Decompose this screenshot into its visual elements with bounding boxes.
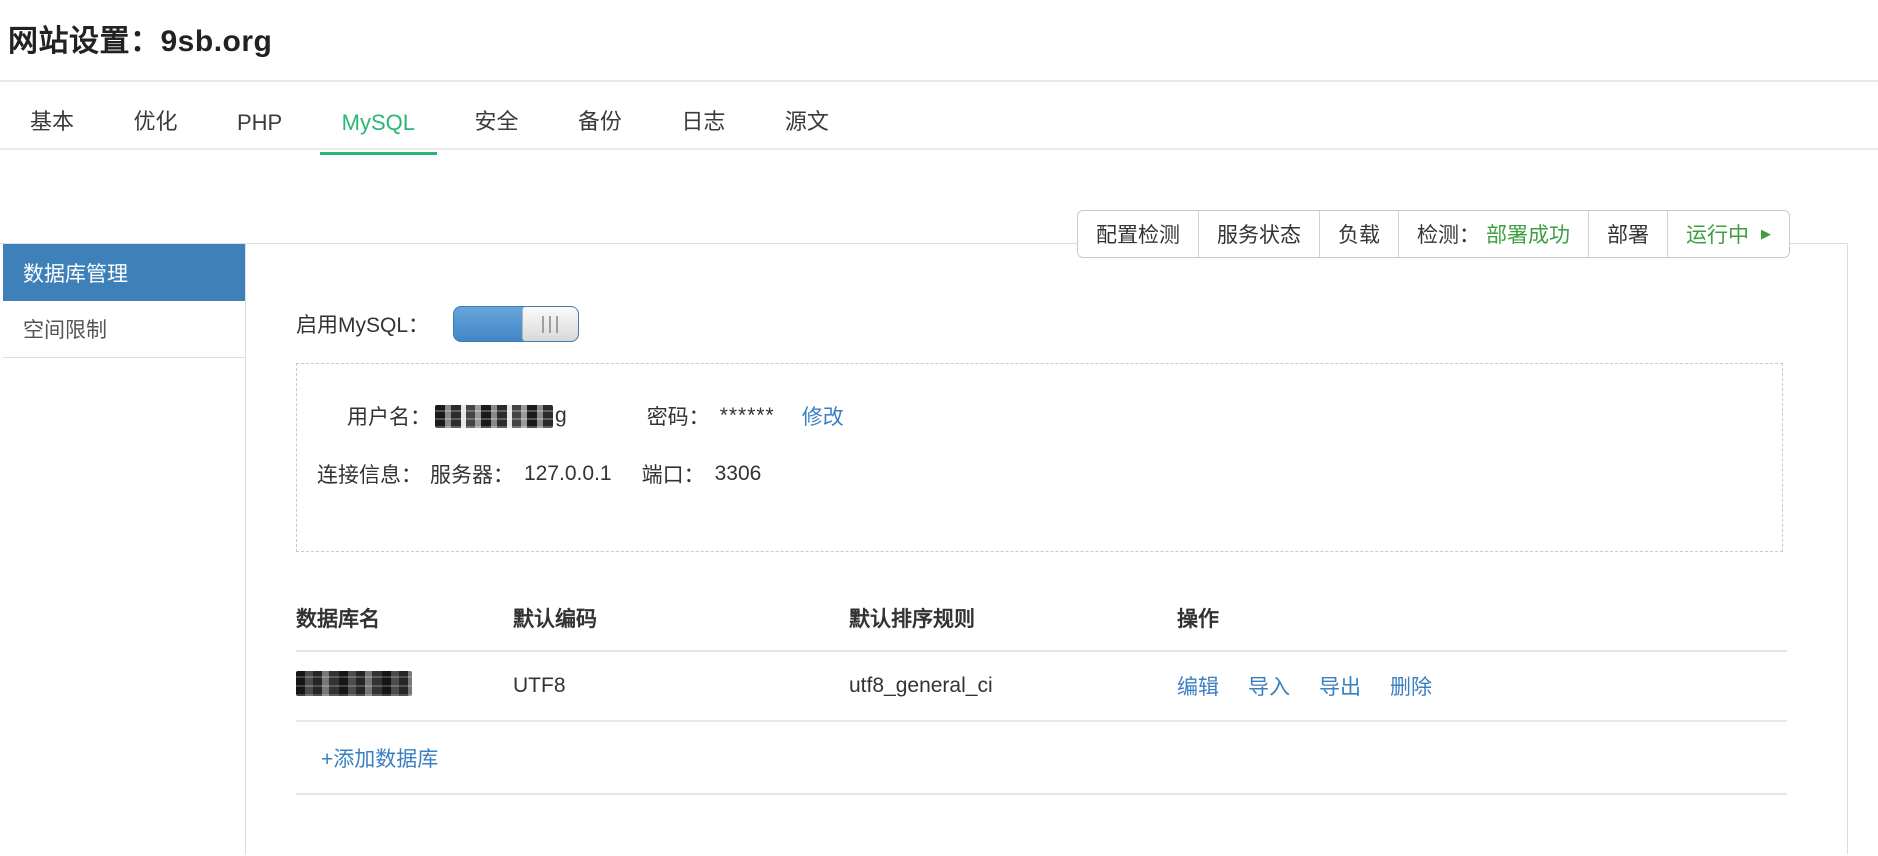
sidebar-item-database-management[interactable]: 数据库管理 — [3, 244, 245, 301]
connection-label: 连接信息： — [317, 464, 422, 487]
tab-backup[interactable]: 备份 — [556, 82, 644, 153]
username-suffix: g — [555, 404, 567, 427]
sidebar: 数据库管理 空间限制 — [3, 244, 246, 854]
database-table: 数据库名 默认编码 默认排序规则 操作 UTF8 utf8_general_ci… — [296, 585, 1787, 795]
connection-info-box: 用户名： g 密码： ****** 修改 连接信息： 服务器： 127.0.0.… — [296, 363, 1783, 552]
grip-icon — [542, 315, 560, 333]
collation-cell: utf8_general_ci — [849, 674, 993, 697]
enable-mysql-label: 启用MySQL： — [296, 314, 430, 337]
server-value: 127.0.0.1 — [524, 462, 612, 485]
tab-basic[interactable]: 基本 — [8, 82, 96, 153]
tab-bar: 基本 优化 PHP MySQL 安全 备份 日志 源文 — [0, 82, 1878, 155]
tab-security[interactable]: 安全 — [452, 82, 540, 153]
port-label: 端口： — [641, 464, 705, 487]
server-label: 服务器： — [430, 464, 514, 487]
modify-password-link[interactable]: 修改 — [802, 401, 844, 431]
port-value: 3306 — [714, 462, 762, 485]
toggle-handle — [522, 307, 579, 341]
tab-mysql[interactable]: MySQL — [319, 88, 437, 155]
tab-log[interactable]: 日志 — [659, 82, 747, 153]
edit-link[interactable]: 编辑 — [1177, 671, 1219, 701]
header-actions: 操作 — [1177, 607, 1219, 631]
mysql-toggle[interactable] — [453, 306, 580, 342]
header-collation: 默认排序规则 — [849, 607, 975, 631]
add-database-link[interactable]: +添加数据库 — [321, 743, 438, 773]
tab-php[interactable]: PHP — [215, 88, 304, 153]
detect-label: 检测： — [1417, 224, 1480, 247]
encoding-cell: UTF8 — [513, 674, 566, 697]
tab-optimize[interactable]: 优化 — [111, 82, 199, 153]
password-mask: ****** — [719, 404, 775, 427]
connection-info-line: 连接信息： 服务器： 127.0.0.1 端口： 3306 — [317, 459, 1782, 489]
db-name-cell — [296, 670, 513, 702]
redacted-db-name — [296, 670, 412, 696]
config-check-button[interactable]: 配置检测 — [1078, 211, 1199, 257]
add-database-row: +添加数据库 — [296, 722, 1787, 795]
page-title: 网站设置：9sb.org — [8, 25, 273, 58]
service-status-button[interactable]: 服务状态 — [1199, 211, 1320, 257]
mysql-panel: 启用MySQL： 用户名： g 密码： ****** 修改 连接信息： 服务器：… — [246, 244, 1847, 854]
load-button[interactable]: 负载 — [1320, 211, 1399, 257]
table-header-row: 数据库名 默认编码 默认排序规则 操作 — [296, 585, 1787, 652]
status-toolbar: 配置检测 服务状态 负载 检测： 部署成功 部署 运行中 ▶ — [1077, 210, 1790, 258]
password-label: 密码： — [646, 406, 710, 429]
header-db-name: 数据库名 — [296, 607, 380, 631]
delete-link[interactable]: 删除 — [1390, 671, 1432, 701]
page-header: 网站设置：9sb.org — [0, 0, 1878, 82]
detect-status-button[interactable]: 检测： 部署成功 — [1399, 211, 1589, 257]
account-info-line: 用户名： g 密码： ****** 修改 — [317, 401, 1782, 431]
redacted-username — [435, 404, 553, 428]
running-label: 运行中 — [1686, 224, 1749, 247]
enable-mysql-row: 启用MySQL： — [296, 306, 1847, 342]
content-panel: 配置检测 服务状态 负载 检测： 部署成功 部署 运行中 ▶ 数据库管理 空间限… — [0, 210, 1848, 854]
sidebar-item-label: 数据库管理 — [23, 262, 128, 286]
sidebar-item-label: 空间限制 — [23, 319, 107, 342]
play-icon: ▶ — [1761, 226, 1771, 241]
content-layout: 数据库管理 空间限制 启用MySQL： 用户名： g 密码： ****** 修改… — [0, 244, 1847, 854]
detect-status-value: 部署成功 — [1486, 224, 1570, 247]
username-label: 用户名： — [347, 406, 431, 429]
running-status-button[interactable]: 运行中 ▶ — [1668, 211, 1789, 257]
export-link[interactable]: 导出 — [1319, 671, 1361, 701]
sidebar-item-space-limit[interactable]: 空间限制 — [3, 301, 245, 358]
header-encoding: 默认编码 — [513, 607, 597, 631]
deploy-button[interactable]: 部署 — [1589, 211, 1668, 257]
table-row: UTF8 utf8_general_ci 编辑 导入 导出 删除 — [296, 652, 1787, 722]
actions-cell: 编辑 导入 导出 删除 — [1177, 671, 1787, 701]
tab-source[interactable]: 源文 — [763, 82, 851, 153]
import-link[interactable]: 导入 — [1248, 671, 1290, 701]
